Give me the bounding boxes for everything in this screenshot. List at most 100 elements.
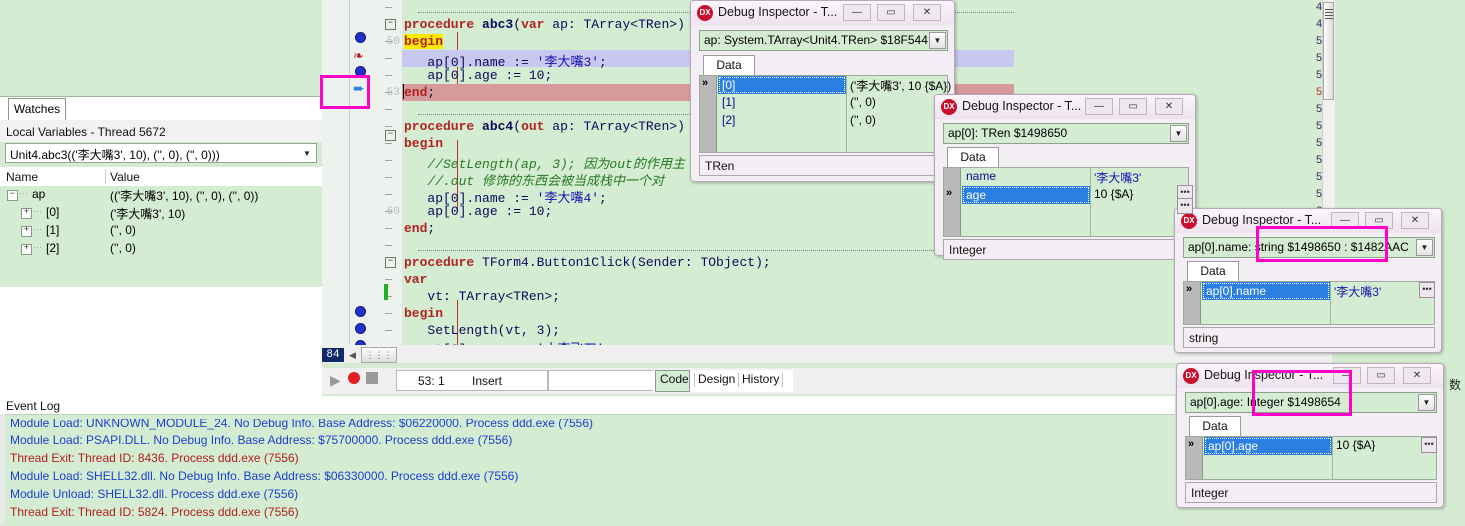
- table-row[interactable]: [1] ('', 0): [700, 94, 947, 112]
- tab-divider: [782, 373, 783, 387]
- code-line: var: [404, 272, 428, 287]
- inspector-type-footer: Integer: [1185, 482, 1437, 503]
- list-item[interactable]: Module Load: SHELL32.dll. No Debug Info.…: [10, 469, 518, 483]
- editor-scrollbar-thumb[interactable]: [1323, 2, 1334, 100]
- code-line-current: end;: [404, 85, 436, 100]
- column-header-value: Value: [110, 170, 140, 184]
- maximize-button[interactable]: ▭: [1367, 367, 1395, 384]
- inspector-expression-value: ap[0]: TRen $1498650: [948, 126, 1068, 140]
- close-button[interactable]: ✕: [913, 4, 941, 21]
- breakpoint-icon[interactable]: [355, 323, 366, 334]
- stop-icon[interactable]: [366, 372, 378, 384]
- table-row[interactable]: » age 10 {$A}: [944, 186, 1188, 204]
- table-row[interactable]: [2] ('', 0): [700, 112, 947, 130]
- tab-design-label[interactable]: Design: [698, 372, 735, 386]
- row-value: ('', 0): [850, 95, 876, 109]
- table-row[interactable]: + ⋯ [2] ('', 0): [0, 240, 322, 258]
- local-variables-title: Local Variables - Thread 5672: [6, 125, 166, 139]
- fold-collapse-icon[interactable]: −: [385, 257, 396, 268]
- tree-dots: ⋯: [33, 242, 42, 252]
- window-titlebar[interactable]: DX Debug Inspector - T... — ▭ ✕: [691, 1, 954, 25]
- chevron-down-icon[interactable]: ▼: [1170, 125, 1187, 142]
- ellipsis-button[interactable]: •••: [1421, 437, 1437, 453]
- grid-column-divider: [1200, 282, 1201, 324]
- table-row[interactable]: name '李大嘴3': [944, 168, 1188, 186]
- tab-divider: [738, 373, 739, 387]
- close-button[interactable]: ✕: [1155, 98, 1183, 115]
- tab-data[interactable]: Data: [947, 147, 999, 167]
- row-name: age: [962, 186, 1090, 204]
- grid-column-divider[interactable]: [1090, 168, 1091, 236]
- inspector-type-text: string: [1189, 331, 1219, 345]
- maximize-button[interactable]: ▭: [877, 4, 905, 21]
- inspector-grid[interactable]: name '李大嘴3' » age 10 {$A}: [943, 167, 1189, 237]
- delphi-logo-icon: DX: [697, 5, 713, 21]
- table-row[interactable]: + ⋯ [0] ('李大嘴3', 10): [0, 204, 322, 222]
- inspector-expression-combo[interactable]: ap[0]: TRen $1498650 ▼: [943, 123, 1189, 144]
- breakpoint-icon[interactable]: [355, 32, 366, 43]
- ellipsis-button[interactable]: •••: [1419, 282, 1435, 298]
- maximize-button[interactable]: ▭: [1119, 98, 1147, 115]
- play-icon[interactable]: ▶: [330, 372, 341, 389]
- expander-icon[interactable]: −: [7, 190, 18, 201]
- row-marker: »: [946, 187, 953, 199]
- editor-line-number-gutter: [322, 0, 348, 352]
- table-row[interactable]: + ⋯ [1] ('', 0): [0, 222, 322, 240]
- row-value: ('李大嘴3', 10 {$A}): [850, 79, 952, 93]
- tab-data[interactable]: Data: [1189, 416, 1241, 436]
- inspector-grid[interactable]: » [0] ('李大嘴3', 10 {$A}) [1] ('', 0) [2] …: [699, 75, 951, 153]
- chevron-down-icon[interactable]: ▼: [929, 32, 946, 49]
- close-button[interactable]: ✕: [1401, 212, 1429, 229]
- window-titlebar[interactable]: DX Debug Inspector - T... — ▭ ✕: [935, 95, 1195, 119]
- debug-inspector-window-2[interactable]: DX Debug Inspector - T... — ▭ ✕ ap[0]: T…: [934, 94, 1196, 260]
- gutter-divider: [349, 0, 350, 352]
- editor-hscrollbar-thumb[interactable]: ⋮⋮⋮: [361, 347, 397, 363]
- list-item[interactable]: Thread Exit: Thread ID: 8436. Process dd…: [10, 451, 299, 465]
- inspector-grid[interactable]: » ap[0].name '李大嘴3': [1183, 281, 1435, 325]
- table-row[interactable]: » [0] ('李大嘴3', 10 {$A}): [700, 76, 951, 94]
- chevron-down-icon[interactable]: ▼: [300, 147, 314, 161]
- inspector-expression-combo[interactable]: ap: System.TArray<Unit4.TRen> $18F544 ▼: [699, 30, 948, 51]
- chevron-down-icon[interactable]: ▼: [1418, 394, 1435, 411]
- list-item[interactable]: Module Load: PSAPI.DLL. No Debug Info. B…: [10, 433, 512, 447]
- fold-collapse-icon[interactable]: −: [385, 130, 396, 141]
- tab-data[interactable]: Data: [703, 55, 755, 75]
- local-variables-scope-combo[interactable]: Unit4.abc3(('李大嘴3', 10), ('', 0), ('', 0…: [5, 143, 317, 163]
- code-line: ap[0].age := 10;: [404, 204, 553, 219]
- debug-inspector-window-1[interactable]: DX Debug Inspector - T... — ▭ ✕ ap: Syst…: [690, 0, 955, 182]
- scroll-left-arrow-icon[interactable]: ◀: [346, 348, 359, 362]
- list-item[interactable]: Thread Exit: Thread ID: 5824. Process dd…: [10, 505, 299, 519]
- tab-watches[interactable]: Watches: [8, 98, 66, 121]
- row-name: [1]: [46, 223, 60, 237]
- modified-line-marker: [384, 284, 388, 300]
- row-name: [2]: [46, 241, 60, 255]
- column-divider[interactable]: [105, 169, 106, 184]
- table-row[interactable]: − ⋯ ap (('李大嘴3', 10), ('', 0), ('', 0)): [0, 186, 322, 204]
- grid-column-divider[interactable]: [1330, 282, 1331, 324]
- record-icon[interactable]: [348, 372, 360, 384]
- grid-column-divider: [716, 76, 717, 152]
- tab-data[interactable]: Data: [1187, 261, 1239, 281]
- expander-icon[interactable]: +: [21, 244, 32, 255]
- chevron-down-icon[interactable]: ▼: [1416, 239, 1433, 256]
- ellipsis-button[interactable]: •••: [1177, 198, 1193, 214]
- minimize-button[interactable]: —: [1085, 98, 1113, 115]
- bookmark-icon[interactable]: ❧: [353, 48, 364, 64]
- table-row[interactable]: » ap[0].age 10 {$A}: [1186, 437, 1436, 455]
- close-button[interactable]: ✕: [1403, 367, 1431, 384]
- code-line: ap[0].age := 10;: [404, 68, 553, 83]
- breakpoint-icon[interactable]: [355, 306, 366, 317]
- inspector-grid[interactable]: » ap[0].age 10 {$A}: [1185, 436, 1437, 480]
- list-item[interactable]: Module Unload: SHELL32.dll. Process ddd.…: [10, 487, 298, 501]
- expander-icon[interactable]: +: [21, 208, 32, 219]
- minimize-button[interactable]: —: [843, 4, 871, 21]
- inspector-type-text: TRen: [705, 159, 735, 173]
- tab-history-label[interactable]: History: [742, 372, 779, 386]
- grid-column-divider[interactable]: [846, 76, 847, 152]
- row-value: ('', 0): [850, 113, 876, 127]
- table-row[interactable]: » ap[0].name '李大嘴3': [1184, 282, 1434, 300]
- expander-icon[interactable]: +: [21, 226, 32, 237]
- list-item-partial[interactable]: [10, 521, 570, 525]
- grid-column-divider[interactable]: [1332, 437, 1333, 479]
- fold-collapse-icon[interactable]: −: [385, 19, 396, 30]
